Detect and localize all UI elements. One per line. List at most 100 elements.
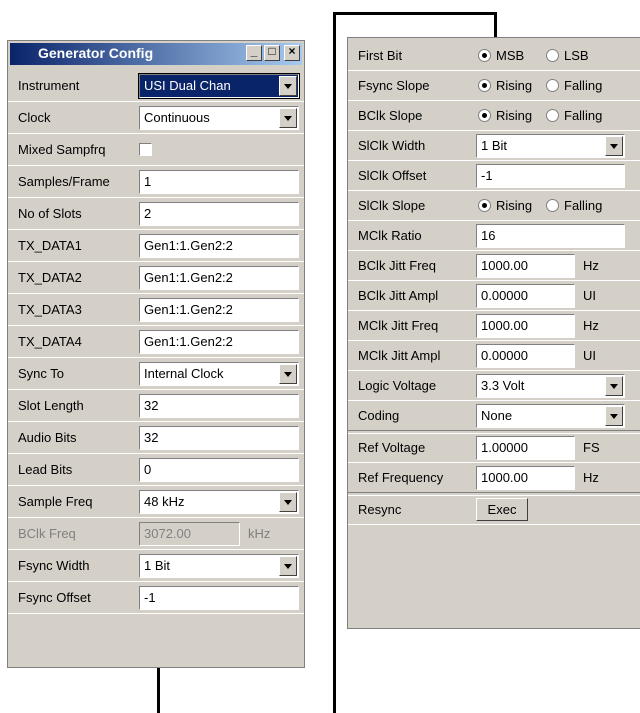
connector-line-top	[333, 12, 497, 15]
chevron-down-icon[interactable]	[605, 376, 623, 396]
minimize-button[interactable]: _	[246, 44, 262, 61]
bclk-jitt-freq-input[interactable]: 1000.00	[476, 254, 575, 278]
mclk-jitt-ampl-input[interactable]: 0.00000	[476, 344, 575, 368]
bclk-jitt-ampl-label: BClk Jitt Ampl	[358, 288, 439, 303]
bclk-jitt-freq-label: BClk Jitt Freq	[358, 258, 437, 273]
chevron-down-icon[interactable]	[279, 76, 297, 96]
row-tx-data1: TX_DATA1 Gen1:1.Gen2:2	[8, 230, 304, 262]
fsync-slope-radio-rising[interactable]	[478, 79, 491, 92]
logic-voltage-label: Logic Voltage	[358, 378, 437, 393]
lead-bits-input[interactable]: 0	[139, 458, 299, 482]
sample-freq-label: Sample Freq	[18, 494, 93, 509]
fsync-slope-radio-falling[interactable]	[546, 79, 559, 92]
coding-dropdown[interactable]: None	[476, 404, 625, 428]
mclk-ratio-input[interactable]: 16	[476, 224, 625, 248]
row-mclk-jitt-ampl: MClk Jitt Ampl 0.00000 UI	[348, 341, 640, 371]
generator-config-panel-extension: First Bit MSB LSB Fsync Slope Rising Falling B…	[347, 37, 640, 629]
row-logic-voltage: Logic Voltage 3.3 Volt	[348, 371, 640, 401]
tx-data4-input[interactable]: Gen1:1.Gen2:2	[139, 330, 299, 354]
slclk-slope-radio-rising[interactable]	[478, 199, 491, 212]
sync-to-value: Internal Clock	[144, 366, 224, 381]
row-bclk-jitt-ampl: BClk Jitt Ampl 0.00000 UI	[348, 281, 640, 311]
mclk-jitt-freq-value: 1000.00	[481, 318, 528, 333]
slot-length-value: 32	[144, 398, 159, 413]
row-slclk-offset: SlClk Offset -1	[348, 161, 640, 191]
row-fsync-offset: Fsync Offset -1	[8, 582, 304, 614]
fsync-slope-label: Fsync Slope	[358, 78, 430, 93]
bclk-freq-value: 3072.00	[144, 526, 191, 541]
slclk-width-dropdown[interactable]: 1 Bit	[476, 134, 625, 158]
bclk-slope-radio-falling[interactable]	[546, 109, 559, 122]
ref-frequency-value: 1000.00	[481, 470, 528, 485]
row-lead-bits: Lead Bits 0	[8, 454, 304, 486]
instrument-label: Instrument	[18, 78, 80, 93]
row-audio-bits: Audio Bits 32	[8, 422, 304, 454]
slclk-offset-input[interactable]: -1	[476, 164, 625, 188]
ref-frequency-input[interactable]: 1000.00	[476, 466, 575, 490]
bclk-jitt-ampl-unit: UI	[583, 288, 596, 303]
instrument-dropdown[interactable]: USI Dual Chan	[138, 73, 300, 99]
mclk-jitt-ampl-value: 0.00000	[481, 348, 528, 363]
minimize-icon: _	[250, 44, 258, 58]
fsync-width-label: Fsync Width	[18, 558, 90, 573]
mclk-ratio-value: 16	[481, 228, 496, 243]
chevron-down-icon[interactable]	[279, 364, 297, 384]
sync-to-label: Sync To	[18, 366, 65, 381]
row-bclk-slope: BClk Slope Rising Falling	[348, 101, 640, 131]
slclk-slope-radio-falling[interactable]	[546, 199, 559, 212]
ref-frequency-unit: Hz	[583, 470, 599, 485]
sync-to-dropdown[interactable]: Internal Clock	[139, 362, 299, 386]
first-bit-label: First Bit	[358, 48, 403, 63]
mclk-jitt-freq-input[interactable]: 1000.00	[476, 314, 575, 338]
chevron-down-icon[interactable]	[279, 556, 297, 576]
slclk-slope-option-rising: Rising	[496, 198, 533, 213]
sample-freq-dropdown[interactable]: 48 kHz	[139, 490, 299, 514]
row-tx-data3: TX_DATA3 Gen1:1.Gen2:2	[8, 294, 304, 326]
first-bit-radio-msb[interactable]	[478, 49, 491, 62]
row-fsync-slope: Fsync Slope Rising Falling	[348, 71, 640, 101]
mixed-sampfrq-label: Mixed Sampfrq	[18, 142, 106, 157]
tx-data1-input[interactable]: Gen1:1.Gen2:2	[139, 234, 299, 258]
bclk-freq-unit: kHz	[248, 526, 271, 541]
bclk-slope-radio-rising[interactable]	[478, 109, 491, 122]
fsync-offset-label: Fsync Offset	[18, 590, 91, 605]
row-bclk-jitt-freq: BClk Jitt Freq 1000.00 Hz	[348, 251, 640, 281]
slclk-width-label: SlClk Width	[358, 138, 426, 153]
chevron-down-icon[interactable]	[279, 492, 297, 512]
mixed-sampfrq-checkbox[interactable]	[139, 143, 152, 156]
resync-button[interactable]: Exec	[476, 498, 528, 521]
bclk-jitt-ampl-input[interactable]: 0.00000	[476, 284, 575, 308]
ref-voltage-input[interactable]: 1.00000	[476, 436, 575, 460]
first-bit-radio-lsb[interactable]	[546, 49, 559, 62]
samples-frame-input[interactable]: 1	[139, 170, 299, 194]
fsync-offset-value: -1	[144, 590, 156, 605]
row-clock: Clock Continuous	[8, 102, 304, 134]
coding-label: Coding	[358, 408, 400, 423]
ref-voltage-label: Ref Voltage	[358, 440, 426, 455]
chevron-down-icon[interactable]	[605, 136, 623, 156]
maximize-button[interactable]: □	[264, 44, 280, 61]
tx-data3-input[interactable]: Gen1:1.Gen2:2	[139, 298, 299, 322]
logic-voltage-value: 3.3 Volt	[481, 378, 525, 393]
tx-data1-label: TX_DATA1	[18, 238, 82, 253]
mclk-jitt-freq-label: MClk Jitt Freq	[358, 318, 439, 333]
slot-length-input[interactable]: 32	[139, 394, 299, 418]
mclk-ratio-label: MClk Ratio	[358, 228, 422, 243]
connector-line-right-drop	[494, 12, 497, 38]
chevron-down-icon[interactable]	[279, 108, 297, 128]
fsync-offset-input[interactable]: -1	[139, 586, 299, 610]
row-coding: Coding None	[348, 401, 640, 431]
row-tx-data4: TX_DATA4 Gen1:1.Gen2:2	[8, 326, 304, 358]
audio-bits-input[interactable]: 32	[139, 426, 299, 450]
bclk-slope-label: BClk Slope	[358, 108, 423, 123]
clock-dropdown[interactable]: Continuous	[139, 106, 299, 130]
logic-voltage-dropdown[interactable]: 3.3 Volt	[476, 374, 625, 398]
tx-data2-value: Gen1:1.Gen2:2	[144, 270, 233, 285]
no-of-slots-input[interactable]: 2	[139, 202, 299, 226]
row-first-bit: First Bit MSB LSB	[348, 41, 640, 71]
close-button[interactable]: ×	[284, 44, 300, 61]
fsync-width-dropdown[interactable]: 1 Bit	[139, 554, 299, 578]
tx-data2-input[interactable]: Gen1:1.Gen2:2	[139, 266, 299, 290]
connector-line-vertical	[333, 12, 336, 713]
chevron-down-icon[interactable]	[605, 406, 623, 426]
